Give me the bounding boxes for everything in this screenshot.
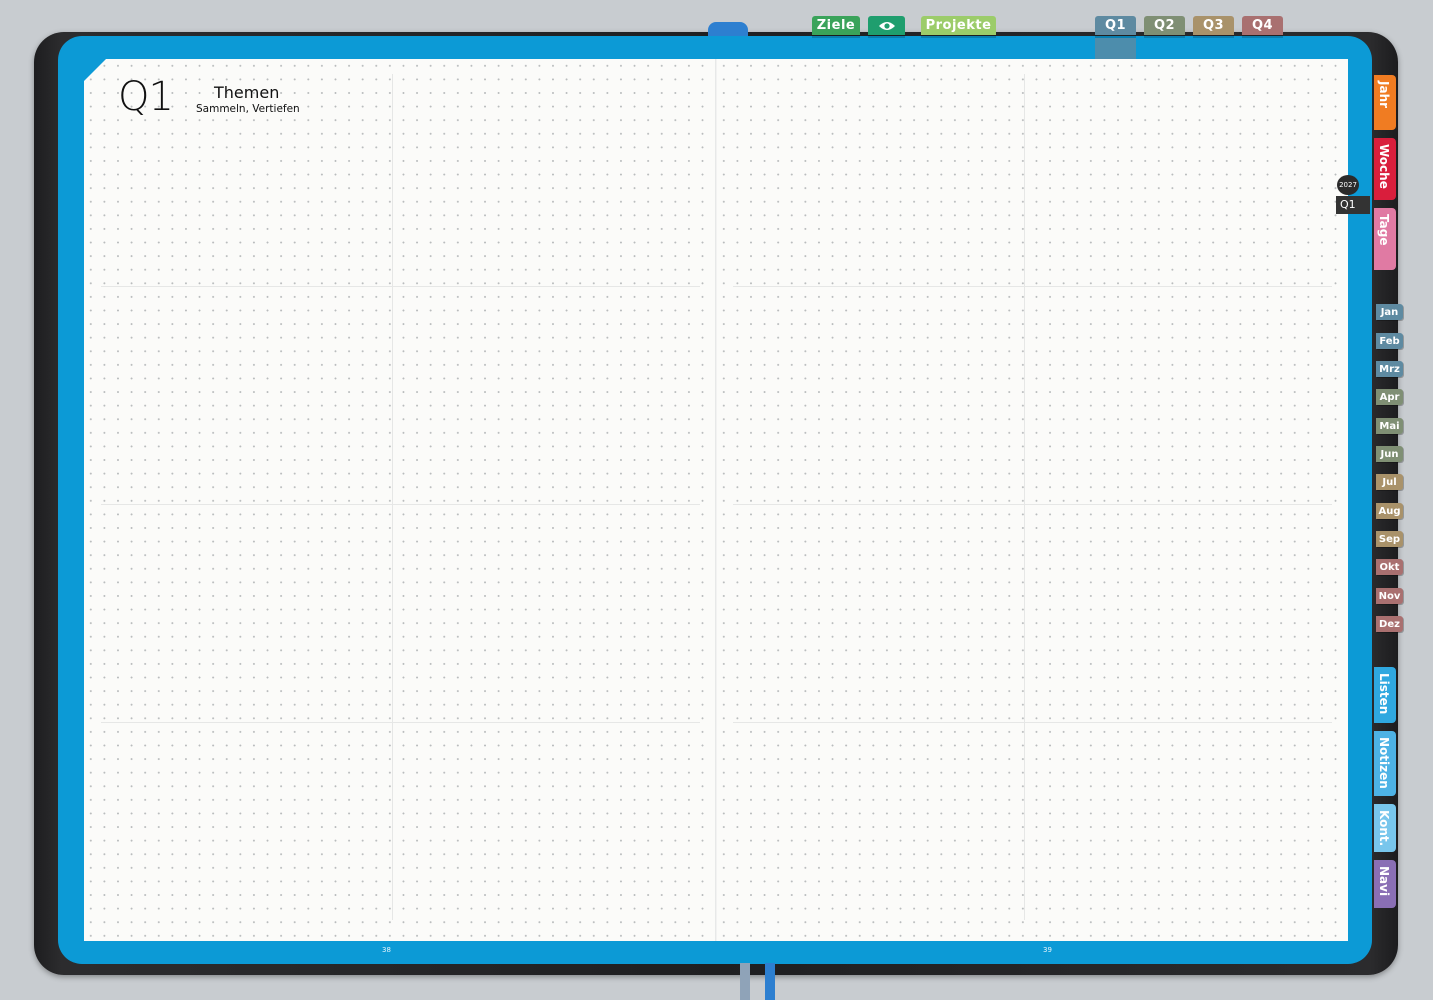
tab-month-jul[interactable]: Jul xyxy=(1376,474,1403,490)
tab-month-feb[interactable]: Feb xyxy=(1376,333,1403,349)
tab-month-dez[interactable]: Dez xyxy=(1376,616,1403,632)
grid-divider xyxy=(1024,74,1025,920)
tab-tage-label: Tage xyxy=(1377,214,1391,246)
tab-month-mrz[interactable]: Mrz xyxy=(1376,361,1403,377)
bookmark-ribbon xyxy=(740,963,750,1000)
tab-q4[interactable]: Q4 xyxy=(1242,16,1283,38)
tab-woche-label: Woche xyxy=(1377,144,1391,189)
tab-q1-active-indicator xyxy=(1095,38,1136,59)
tab-eye[interactable] xyxy=(868,16,905,38)
quarter-heading: Q1 xyxy=(118,74,174,120)
right-page xyxy=(717,59,1348,941)
tab-kontakte-label: Kont. xyxy=(1377,810,1391,847)
grid-divider xyxy=(733,286,1332,287)
grid-divider xyxy=(101,504,700,505)
tab-q3[interactable]: Q3 xyxy=(1193,16,1234,38)
tab-month-mai[interactable]: Mai xyxy=(1376,418,1403,434)
tab-listen[interactable]: Listen xyxy=(1374,667,1396,723)
page-number-left: 38 xyxy=(382,946,391,954)
grid-divider xyxy=(101,286,700,287)
tab-navi[interactable]: Navi xyxy=(1374,860,1396,908)
section-subtitle: Sammeln, Vertiefen xyxy=(196,103,300,115)
eye-icon xyxy=(878,22,895,30)
tab-q1[interactable]: Q1 xyxy=(1095,16,1136,38)
tab-kontakte[interactable]: Kont. xyxy=(1374,804,1396,852)
tab-navi-label: Navi xyxy=(1377,866,1391,897)
tab-month-nov[interactable]: Nov xyxy=(1376,588,1403,604)
tab-month-apr[interactable]: Apr xyxy=(1376,389,1403,405)
grid-divider xyxy=(392,74,393,920)
tab-notizen[interactable]: Notizen xyxy=(1374,731,1396,796)
tab-month-aug[interactable]: Aug xyxy=(1376,503,1403,519)
tab-jahr-label: Jahr xyxy=(1377,81,1391,109)
tab-ziele[interactable]: Ziele xyxy=(812,16,860,38)
tab-listen-label: Listen xyxy=(1377,673,1391,715)
year-badge: 2027 xyxy=(1337,175,1359,195)
bookmark-ribbon xyxy=(765,963,775,1000)
grid-divider xyxy=(733,504,1332,505)
grid-divider xyxy=(733,722,1332,723)
page-corner-marker xyxy=(84,59,106,81)
tab-q2[interactable]: Q2 xyxy=(1144,16,1185,38)
grid-divider xyxy=(101,722,700,723)
tab-month-jun[interactable]: Jun xyxy=(1376,446,1403,462)
section-title: Themen xyxy=(214,83,280,102)
page-number-right: 39 xyxy=(1043,946,1052,954)
tab-jahr[interactable]: Jahr xyxy=(1374,75,1396,130)
quarter-badge: Q1 xyxy=(1336,196,1370,214)
tab-month-jan[interactable]: Jan xyxy=(1376,304,1403,320)
tab-tage[interactable]: Tage xyxy=(1374,208,1396,270)
tab-notizen-label: Notizen xyxy=(1377,737,1391,789)
tab-month-sep[interactable]: Sep xyxy=(1376,531,1403,547)
tab-month-okt[interactable]: Okt xyxy=(1376,559,1403,575)
left-page xyxy=(84,59,715,941)
tab-projekte[interactable]: Projekte xyxy=(921,16,996,38)
page-gutter xyxy=(715,59,717,941)
tab-woche[interactable]: Woche xyxy=(1374,138,1396,200)
